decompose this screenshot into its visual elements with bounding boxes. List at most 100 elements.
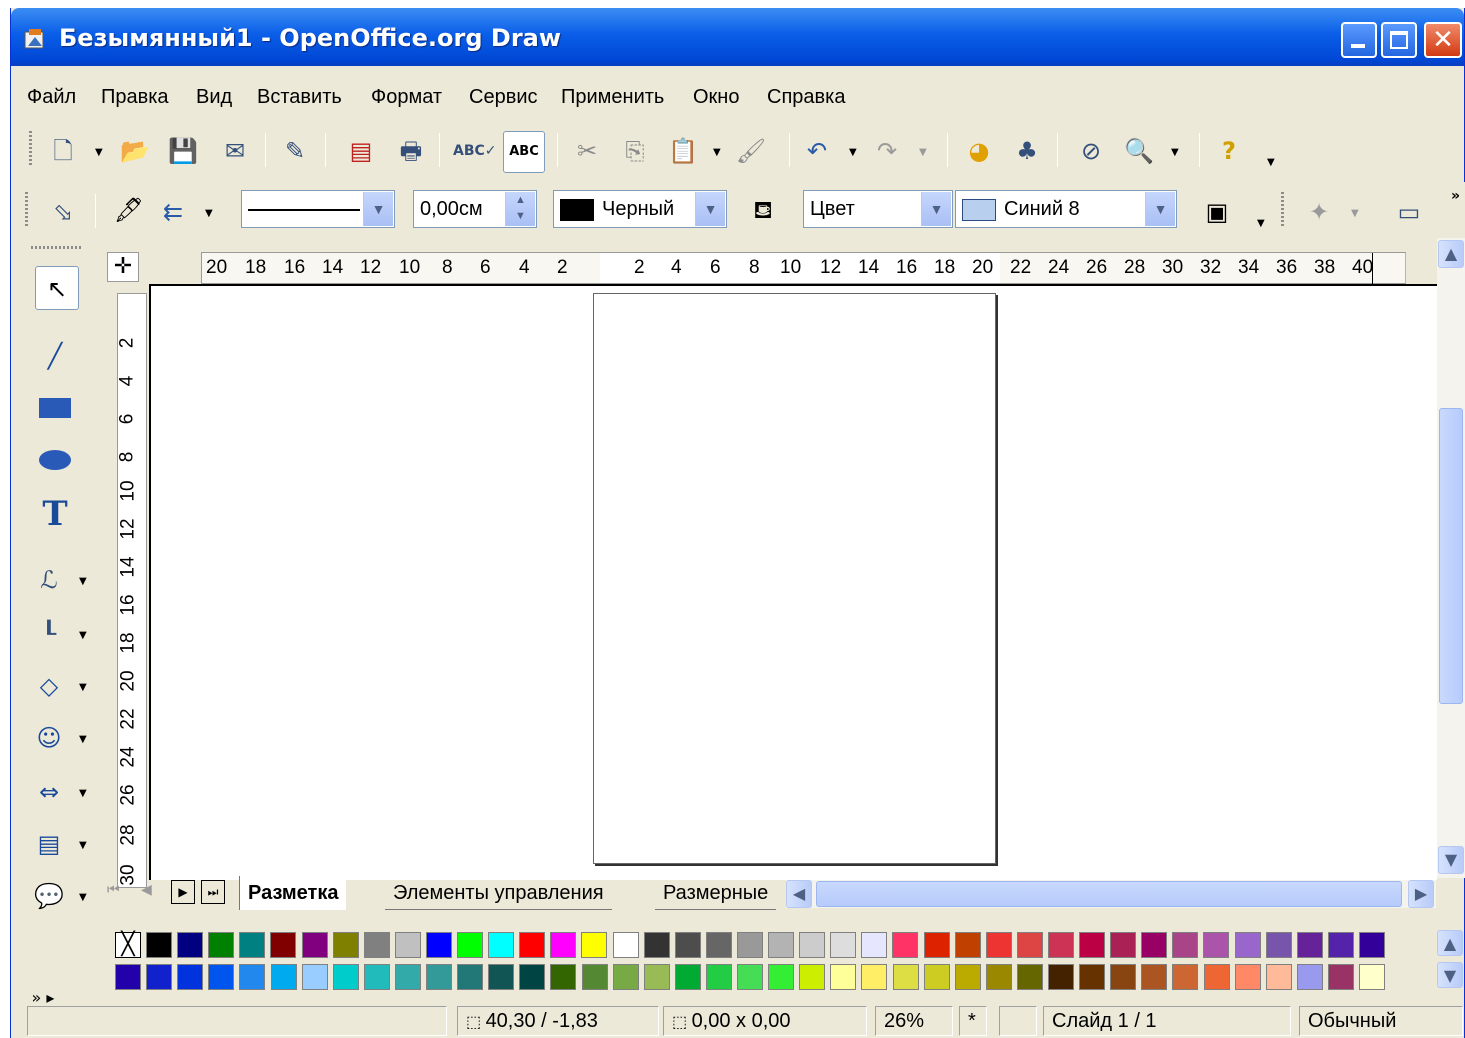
toolbar-grip-3[interactable] xyxy=(1281,192,1284,228)
color-swatch[interactable] xyxy=(177,932,204,958)
spellcheck-icon[interactable]: ABC✓ xyxy=(453,133,497,169)
color-swatch[interactable] xyxy=(1172,964,1199,990)
first-tab-icon[interactable]: ⏮ xyxy=(107,882,120,898)
color-swatch[interactable] xyxy=(799,932,826,958)
color-swatch[interactable] xyxy=(1047,932,1074,958)
toolbar2-overflow-arrow[interactable]: ▼ xyxy=(1257,218,1265,229)
curve-dropdown[interactable]: ▼ xyxy=(79,576,87,587)
color-swatch[interactable] xyxy=(1234,932,1261,958)
color-swatch[interactable] xyxy=(985,932,1012,958)
color-swatch[interactable] xyxy=(208,964,235,990)
color-swatch[interactable] xyxy=(674,932,701,958)
color-swatch[interactable] xyxy=(705,964,732,990)
color-swatch[interactable] xyxy=(1234,964,1261,990)
horizontal-ruler[interactable]: 20 18 16 14 12 10 8 6 4 2 2 4 6 8 10 12 … xyxy=(201,252,1407,285)
color-swatch[interactable] xyxy=(332,932,359,958)
color-swatch[interactable] xyxy=(426,964,452,990)
format-paintbrush-icon[interactable]: 🖌 xyxy=(733,133,769,169)
color-swatch[interactable] xyxy=(954,932,981,958)
redo-icon[interactable]: ↷ xyxy=(869,133,905,169)
block-arrows-dropdown[interactable]: ▼ xyxy=(79,788,87,799)
chevron-down-icon[interactable]: ▼ xyxy=(363,192,393,226)
menu-window[interactable]: Окно xyxy=(693,86,739,109)
status-signature[interactable] xyxy=(999,1006,1037,1036)
spin-icon[interactable]: ▲ ▼ xyxy=(505,192,535,226)
color-swatch[interactable] xyxy=(1079,964,1106,990)
tab-controls[interactable]: Элементы управления xyxy=(385,876,612,910)
tab-dimension-lines[interactable]: Размерные xyxy=(655,876,777,910)
color-swatch[interactable] xyxy=(1141,932,1168,958)
copy-icon[interactable]: ⎘ xyxy=(617,133,653,169)
line-style-select[interactable]: ▼ xyxy=(241,190,395,228)
connector-tool-icon[interactable]: ┖ xyxy=(31,616,67,652)
color-swatch[interactable] xyxy=(830,932,857,958)
color-swatch[interactable] xyxy=(146,964,173,990)
color-swatch[interactable] xyxy=(1172,932,1199,958)
callouts-icon[interactable]: 💬 xyxy=(31,878,67,914)
paste-dropdown-arrow[interactable]: ▼ xyxy=(713,147,721,158)
palette-scroll-up-icon[interactable]: ▲ xyxy=(1437,930,1463,956)
gallery-icon[interactable]: ♣ xyxy=(1009,133,1045,169)
color-swatch[interactable] xyxy=(394,964,421,990)
scroll-up-icon[interactable]: ▲ xyxy=(1438,240,1464,268)
color-swatch[interactable] xyxy=(674,964,701,990)
color-swatch[interactable] xyxy=(425,932,452,958)
chevron-down-icon[interactable]: ▼ xyxy=(921,192,951,226)
close-button[interactable]: ✕ xyxy=(1424,22,1462,58)
flowchart-icon[interactable]: ▤ xyxy=(31,826,67,862)
color-swatch[interactable] xyxy=(954,964,981,990)
color-swatch[interactable] xyxy=(643,964,670,990)
color-swatch[interactable] xyxy=(1203,932,1230,958)
save-icon[interactable]: 💾 xyxy=(165,133,201,169)
color-swatch[interactable] xyxy=(581,932,608,958)
line-width-field[interactable]: 0,00см ▲ ▼ xyxy=(413,190,537,228)
chevron-down-icon[interactable]: ▼ xyxy=(1145,192,1175,226)
select-arrow-icon[interactable]: ↖ xyxy=(35,266,79,310)
ruler-origin-icon[interactable]: ✛ xyxy=(107,252,139,282)
prev-tab-icon[interactable]: ◀ xyxy=(141,882,152,898)
color-swatch[interactable] xyxy=(736,932,763,958)
maximize-button[interactable] xyxy=(1381,22,1417,58)
navigator-icon[interactable]: ⊘ xyxy=(1073,133,1109,169)
symbol-shapes-icon[interactable]: ☺ xyxy=(31,720,67,756)
color-swatch[interactable] xyxy=(146,932,172,958)
color-swatch[interactable] xyxy=(1265,964,1292,990)
arrow-style-icon[interactable]: ⇇ xyxy=(155,194,191,230)
callouts-dropdown[interactable]: ▼ xyxy=(79,892,87,903)
color-swatch[interactable] xyxy=(892,964,919,990)
shadow-icon[interactable]: ▣ xyxy=(1199,194,1235,230)
undo-dropdown-arrow[interactable]: ▼ xyxy=(849,147,857,158)
auto-spellcheck-icon[interactable]: ABC xyxy=(503,131,545,173)
drawing-page[interactable] xyxy=(593,293,996,864)
color-swatch[interactable] xyxy=(1079,932,1105,958)
color-swatch[interactable] xyxy=(1048,964,1074,990)
area-style-select[interactable]: Цвет ▼ xyxy=(803,190,953,228)
help-icon[interactable]: ? xyxy=(1211,133,1247,169)
color-swatch[interactable] xyxy=(488,964,515,990)
no-fill-swatch[interactable]: ╳ xyxy=(115,932,141,958)
color-swatch[interactable] xyxy=(301,964,328,990)
color-swatch[interactable] xyxy=(1359,964,1385,990)
color-swatch[interactable] xyxy=(705,932,732,958)
color-swatch[interactable] xyxy=(550,964,577,990)
ellipse-tool-icon[interactable] xyxy=(37,442,73,478)
color-swatch[interactable] xyxy=(1265,932,1292,958)
color-swatch[interactable] xyxy=(270,964,297,990)
color-swatch[interactable] xyxy=(830,964,857,990)
menu-tools[interactable]: Сервис xyxy=(469,86,538,109)
area-color-select[interactable]: Синий 8 ▼ xyxy=(955,190,1177,228)
toggle-extrusion-icon[interactable]: ▭ xyxy=(1391,194,1427,230)
color-swatch[interactable] xyxy=(1110,964,1137,990)
color-swatch[interactable] xyxy=(115,964,141,990)
color-swatch[interactable] xyxy=(768,932,794,958)
color-swatch[interactable] xyxy=(177,964,204,990)
connector-dropdown[interactable]: ▼ xyxy=(79,630,87,641)
zoom-icon[interactable]: 🔍 xyxy=(1121,133,1157,169)
color-swatch[interactable] xyxy=(1203,964,1230,990)
color-swatch[interactable] xyxy=(457,932,483,958)
scroll-thumb[interactable] xyxy=(1439,408,1463,704)
line-arrow-icon[interactable]: ⬂ xyxy=(45,194,81,230)
color-swatch[interactable] xyxy=(301,932,328,958)
color-swatch[interactable] xyxy=(985,964,1012,990)
cut-icon[interactable]: ✂ xyxy=(569,133,605,169)
